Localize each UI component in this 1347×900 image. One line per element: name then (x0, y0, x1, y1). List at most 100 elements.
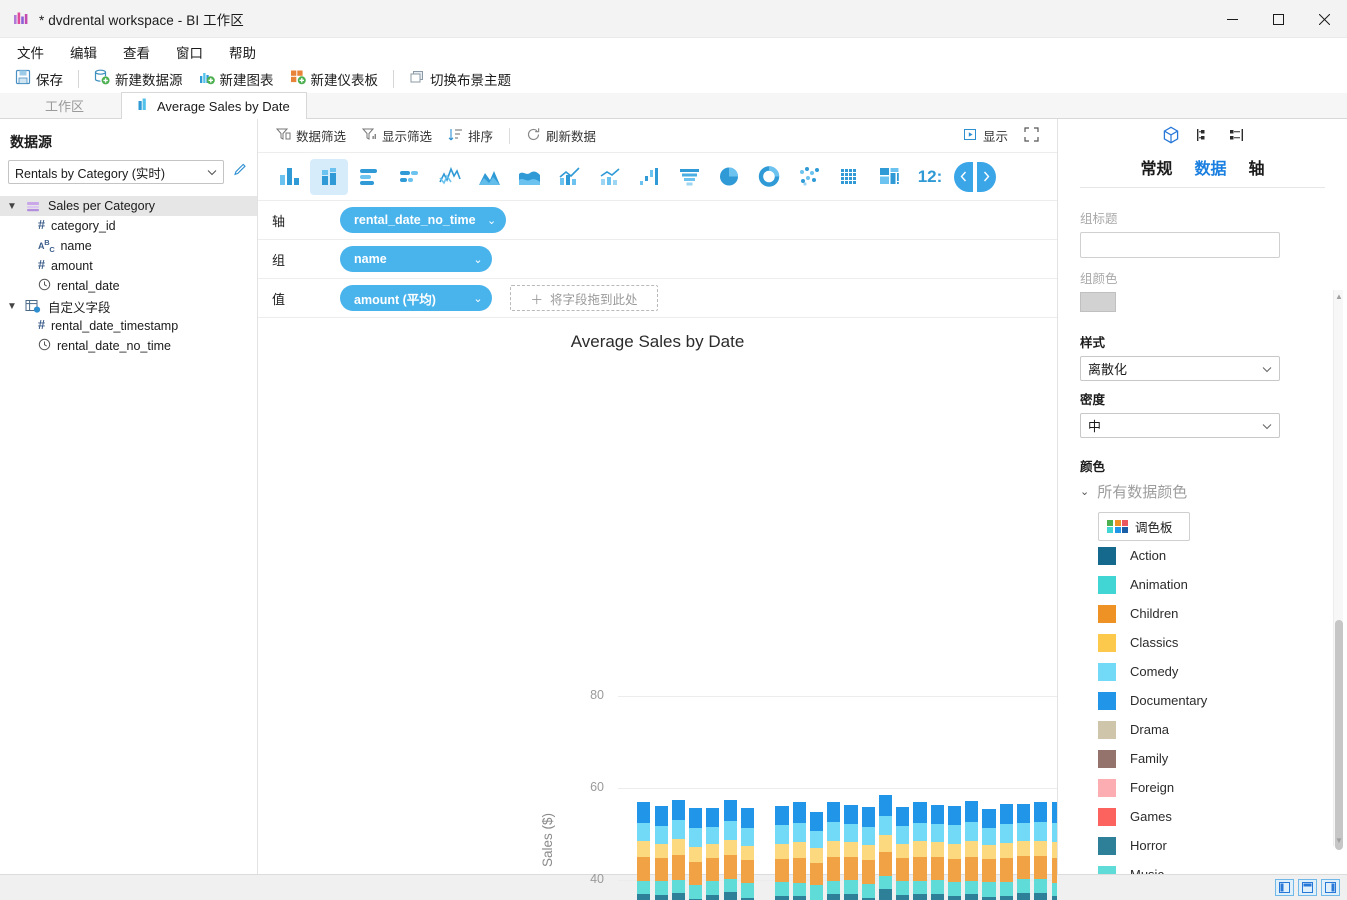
bar-column[interactable] (896, 696, 909, 900)
area-chart-icon[interactable] (470, 159, 508, 195)
tree-node-rental-date[interactable]: rental_date (0, 276, 257, 296)
layout-right-icon[interactable] (1228, 127, 1244, 148)
layout-bottom-panel-icon[interactable] (1298, 879, 1317, 896)
pill-amount-average[interactable]: amount (平均) ⌄ (340, 285, 492, 311)
bar-segment[interactable] (655, 844, 668, 859)
layout-left-panel-icon[interactable] (1275, 879, 1294, 896)
bar-column[interactable] (1017, 696, 1030, 900)
bar-segment[interactable] (896, 826, 909, 843)
bar-segment[interactable] (1052, 883, 1057, 896)
bar-segment[interactable] (793, 896, 806, 900)
bar-column[interactable] (1000, 696, 1013, 900)
bar-segment[interactable] (965, 881, 978, 894)
bar-segment[interactable] (1034, 822, 1047, 840)
data-color-item[interactable]: Family (1098, 744, 1325, 773)
bar-segment[interactable] (706, 858, 719, 880)
data-color-item[interactable]: Games (1098, 802, 1325, 831)
bar-segment[interactable] (827, 894, 840, 900)
bar-segment[interactable] (706, 808, 719, 827)
bar-segment[interactable] (655, 806, 668, 825)
switch-theme-button[interactable]: 切换布景主题 (402, 67, 518, 92)
bar-column[interactable] (879, 696, 892, 900)
bar-column[interactable] (982, 696, 995, 900)
bar-column[interactable] (706, 696, 719, 900)
group-color-swatch[interactable] (1080, 292, 1116, 312)
bar-segment[interactable] (844, 805, 857, 824)
bar-segment[interactable] (913, 841, 926, 857)
data-color-item[interactable]: Documentary (1098, 686, 1325, 715)
bar-segment[interactable] (706, 881, 719, 896)
tab-general[interactable]: 常规 (1140, 155, 1172, 179)
bar-segment[interactable] (913, 823, 926, 842)
bar-segment[interactable] (775, 806, 788, 826)
bar-segment[interactable] (741, 860, 754, 883)
bar-segment[interactable] (844, 857, 857, 880)
column-chart-icon[interactable] (270, 159, 308, 195)
bar-segment[interactable] (879, 795, 892, 816)
data-color-item[interactable]: Classics (1098, 628, 1325, 657)
stacked-bar-chart-icon[interactable] (390, 159, 428, 195)
tab-axis[interactable]: 轴 (1249, 155, 1265, 179)
tree-node-rental-date-timestamp[interactable]: # rental_date_timestamp (0, 316, 257, 336)
bar-segment[interactable] (1000, 824, 1013, 843)
bar-segment[interactable] (655, 895, 668, 900)
bar-segment[interactable] (827, 857, 840, 881)
bar-segment[interactable] (965, 894, 978, 900)
bar-segment[interactable] (931, 880, 944, 894)
bar-column[interactable] (672, 696, 685, 900)
data-color-item[interactable]: Comedy (1098, 657, 1325, 686)
bar-column[interactable] (689, 696, 702, 900)
chevron-down-icon[interactable]: ⌄ (1080, 485, 1089, 498)
bar-segment[interactable] (1000, 843, 1013, 859)
bar-segment[interactable] (948, 859, 961, 882)
tree-node-amount[interactable]: # amount (0, 256, 257, 276)
bar-segment[interactable] (1017, 879, 1030, 893)
bar-segment[interactable] (637, 857, 650, 881)
chevron-down-icon[interactable]: ▼ (6, 301, 18, 312)
scroll-up-icon[interactable]: ▲ (1334, 290, 1344, 302)
bar-segment[interactable] (982, 845, 995, 859)
chevron-down-icon[interactable]: ⌄ (468, 253, 488, 266)
line-chart-icon[interactable] (430, 159, 468, 195)
bar-segment[interactable] (775, 882, 788, 896)
bar-segment[interactable] (931, 824, 944, 842)
bar-segment[interactable] (689, 847, 702, 862)
bar-segment[interactable] (706, 844, 719, 858)
bar-segment[interactable] (948, 882, 961, 896)
data-color-swatch[interactable] (1098, 692, 1116, 710)
bar-segment[interactable] (965, 801, 978, 822)
stacked-area-chart-icon[interactable] (510, 159, 548, 195)
tree-node-category-id[interactable]: # category_id (0, 216, 257, 236)
bar-segment[interactable] (1017, 804, 1030, 823)
layout-left-icon[interactable] (1196, 127, 1212, 148)
bar-segment[interactable] (724, 840, 737, 856)
funnel-chart-icon[interactable] (670, 159, 708, 195)
bar-segment[interactable] (724, 892, 737, 900)
bar-segment[interactable] (793, 823, 806, 842)
menu-window[interactable]: 窗口 (163, 39, 216, 65)
bar-segment[interactable] (862, 827, 875, 845)
chevron-down-icon[interactable]: ⌄ (468, 292, 488, 305)
data-color-item[interactable]: Children (1098, 599, 1325, 628)
bar-segment[interactable] (775, 825, 788, 843)
bar-segment[interactable] (775, 859, 788, 882)
bar-segment[interactable] (741, 846, 754, 861)
bar-segment[interactable] (1034, 841, 1047, 856)
bar-segment[interactable] (1000, 858, 1013, 882)
viz-prev-button[interactable] (954, 162, 973, 192)
tree-node-rental-date-no-time[interactable]: rental_date_no_time (0, 336, 257, 356)
tree-node-sales-per-category[interactable]: ▼ Sales per Category (0, 196, 257, 216)
bar-column[interactable] (637, 696, 650, 900)
data-color-swatch[interactable] (1098, 634, 1116, 652)
bar-segment[interactable] (1034, 802, 1047, 822)
display-filter-button[interactable]: 显示筛选 (356, 123, 438, 148)
bar-segment[interactable] (741, 883, 754, 897)
bar-segment[interactable] (896, 895, 909, 900)
new-datasource-button[interactable]: 新建数据源 (87, 67, 190, 92)
bar-segment[interactable] (948, 825, 961, 843)
bar-segment[interactable] (965, 857, 978, 881)
bar-segment[interactable] (1000, 896, 1013, 900)
bar-segment[interactable] (862, 860, 875, 883)
bar-segment[interactable] (672, 855, 685, 879)
bar-segment[interactable] (827, 822, 840, 841)
